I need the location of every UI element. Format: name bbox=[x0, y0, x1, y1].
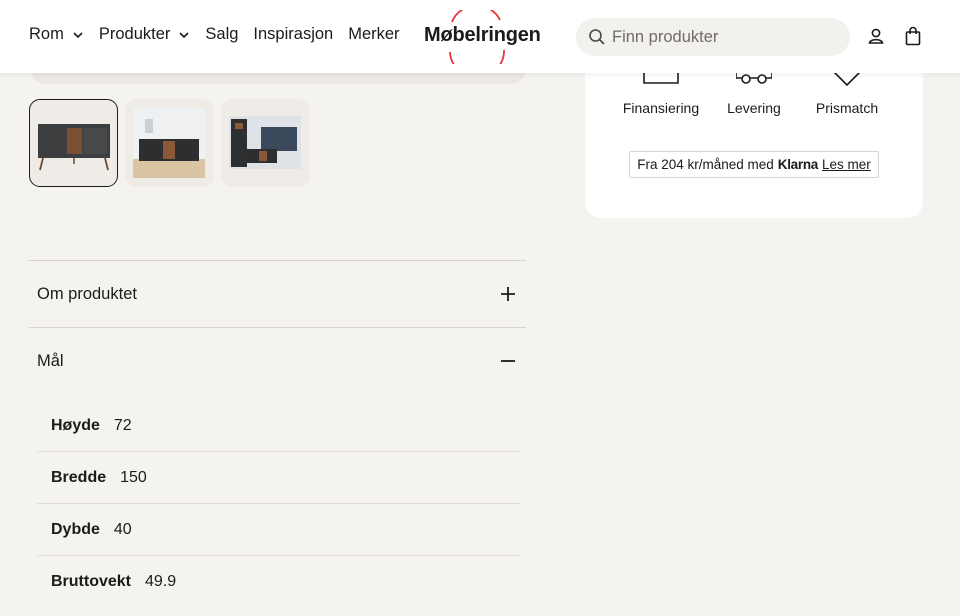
dimension-label: Bredde bbox=[51, 468, 107, 486]
account-icon[interactable] bbox=[866, 26, 886, 46]
dimension-row-width: Bredde 150 bbox=[37, 452, 520, 504]
search-icon bbox=[588, 28, 606, 46]
dimension-value: 49.9 bbox=[145, 573, 177, 590]
klarna-logo: Klarna bbox=[777, 157, 819, 172]
klarna-text: Fra 204 kr/måned med bbox=[637, 157, 774, 172]
nav-label: Produkter bbox=[98, 25, 171, 43]
dimension-value: 40 bbox=[113, 520, 132, 538]
logo-text: Møbelringen bbox=[424, 24, 541, 46]
nav-item-merker[interactable]: Merker bbox=[348, 25, 399, 44]
nav-label: Salg bbox=[205, 25, 239, 43]
search-bar[interactable] bbox=[576, 18, 850, 56]
dimension-row-height: Høyde 72 bbox=[37, 400, 520, 452]
usp-label: Levering bbox=[727, 100, 781, 116]
dimensions-list: Høyde 72 Bredde 150 Dybde 40 Bruttovekt … bbox=[37, 400, 520, 608]
nav-item-inspirasjon[interactable]: Inspirasjon bbox=[253, 25, 333, 44]
thumbnail-strip bbox=[29, 99, 317, 187]
nav-item-produkter[interactable]: Produkter bbox=[99, 25, 191, 44]
accordion-title: Mål bbox=[37, 351, 64, 370]
dimension-value: 72 bbox=[113, 416, 132, 434]
usp-label: Prismatch bbox=[815, 100, 879, 116]
site-header: Rom Produkter Salg Inspirasjon Merker Mø… bbox=[0, 0, 960, 73]
nav-label: Inspirasjon bbox=[253, 25, 334, 43]
accordion-about-product[interactable]: Om produktet bbox=[29, 260, 526, 327]
dimension-label: Dybde bbox=[51, 520, 100, 538]
accordion-title: Om produktet bbox=[37, 284, 137, 303]
main-nav: Rom Produkter Salg Inspirasjon Merker bbox=[29, 25, 415, 44]
chevron-down-icon bbox=[72, 29, 84, 41]
klarna-financing-banner: Fra 204 kr/måned med Klarna Les mer bbox=[629, 151, 879, 178]
chevron-down-icon bbox=[178, 29, 190, 41]
usp-label: Finansiering bbox=[622, 100, 700, 116]
thumbnail-sideboard-livingroom[interactable] bbox=[221, 99, 310, 187]
nav-label: Rom bbox=[29, 25, 64, 43]
klarna-read-more-link[interactable]: Les mer bbox=[822, 157, 871, 172]
accordion-dimensions[interactable]: Mål bbox=[29, 327, 526, 394]
dimension-row-depth: Dybde 40 bbox=[37, 504, 520, 556]
dimension-label: Bruttovekt bbox=[51, 573, 132, 590]
nav-item-salg[interactable]: Salg bbox=[205, 25, 238, 44]
search-input[interactable] bbox=[612, 27, 832, 47]
dimension-label: Høyde bbox=[51, 416, 100, 434]
plus-icon bbox=[499, 285, 517, 303]
dimension-row-weight: Bruttovekt 49.9 bbox=[37, 556, 520, 608]
dimension-value: 150 bbox=[120, 468, 147, 486]
minus-icon bbox=[499, 352, 517, 370]
thumbnail-sideboard-front[interactable] bbox=[29, 99, 118, 187]
product-accordion: Om produktet Mål Høyde 72 Bredde 150 Dyb… bbox=[29, 260, 526, 608]
nav-item-rom[interactable]: Rom bbox=[29, 25, 84, 44]
cart-icon[interactable] bbox=[903, 26, 923, 46]
thumbnail-sideboard-room[interactable] bbox=[125, 99, 214, 187]
site-logo[interactable]: Møbelringen bbox=[424, 10, 541, 64]
nav-label: Merker bbox=[348, 25, 400, 43]
